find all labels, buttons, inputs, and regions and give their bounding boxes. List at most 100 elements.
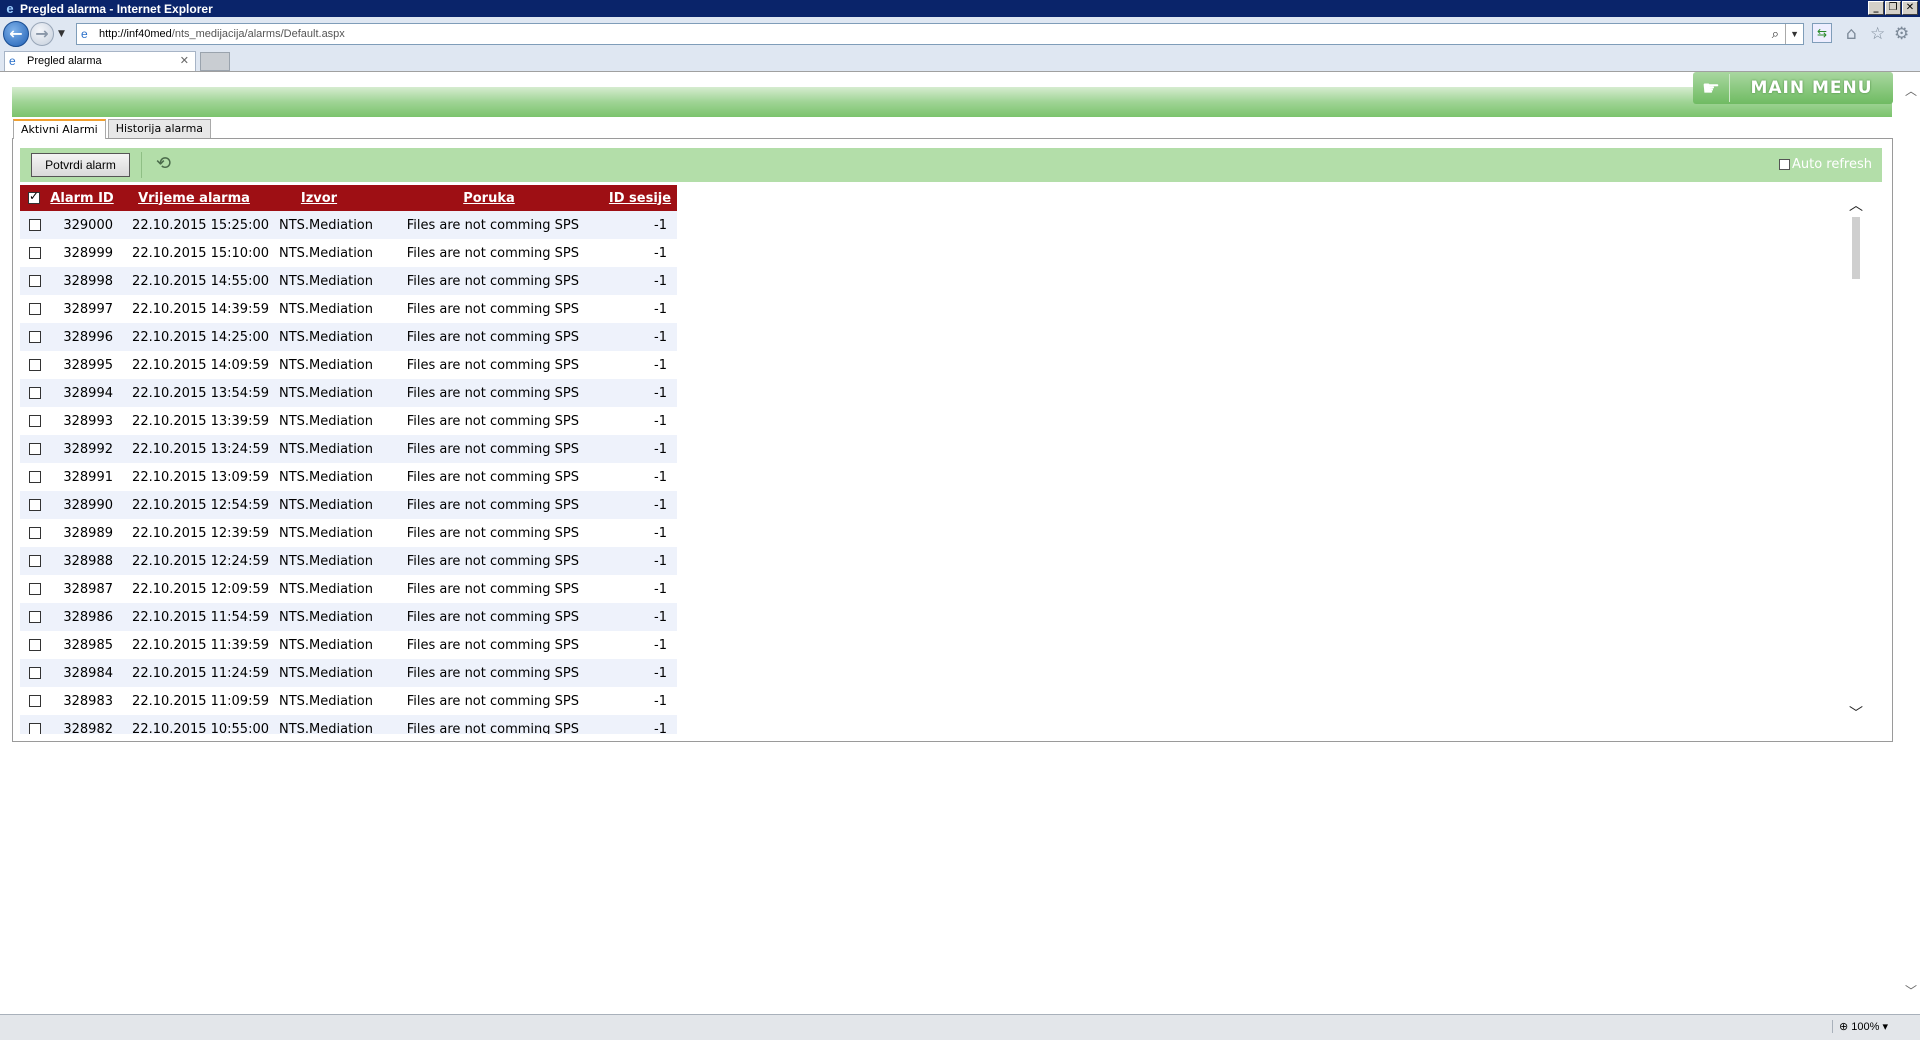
cell-time: 22.10.2015 11:54:59 <box>132 609 269 625</box>
close-window-button[interactable]: ✕ <box>1902 1 1918 15</box>
history-dropdown-icon[interactable]: ▼ <box>58 29 65 39</box>
row-checkbox[interactable] <box>29 527 41 539</box>
table-row[interactable]: 328996 22.10.2015 14:25:00 NTS.Mediation Fi… <box>20 323 677 351</box>
cell-alarm-id: 328988 <box>63 553 113 569</box>
cell-source: NTS.Mediation <box>279 609 373 625</box>
new-tab-button[interactable] <box>200 52 230 71</box>
zoom-level[interactable]: ⊕ 100% ▾ <box>1832 1020 1888 1033</box>
confirm-alarm-button[interactable]: Potvrdi alarm <box>31 153 130 177</box>
row-checkbox[interactable] <box>29 359 41 371</box>
table-row[interactable]: 328989 22.10.2015 12:39:59 NTS.Mediation Fi… <box>20 519 677 547</box>
row-checkbox[interactable] <box>29 303 41 315</box>
row-checkbox[interactable] <box>29 219 41 231</box>
row-checkbox[interactable] <box>29 275 41 287</box>
table-row[interactable]: 328984 22.10.2015 11:24:59 NTS.Mediation Fi… <box>20 659 677 687</box>
row-checkbox[interactable] <box>29 387 41 399</box>
browser-tab[interactable]: e Pregled alarma ✕ <box>4 51 196 71</box>
search-icon[interactable]: ⌕ <box>1772 24 1779 44</box>
auto-refresh-toggle[interactable]: Auto refresh <box>1778 157 1872 172</box>
cell-session-id: -1 <box>654 357 667 373</box>
cell-time: 22.10.2015 11:09:59 <box>132 693 269 709</box>
row-checkbox[interactable] <box>29 555 41 567</box>
row-checkbox[interactable] <box>29 331 41 343</box>
restore-button[interactable]: ❐ <box>1885 1 1901 15</box>
cell-time: 22.10.2015 15:25:00 <box>132 217 269 233</box>
row-checkbox[interactable] <box>29 247 41 259</box>
tab-ie-icon: e <box>9 54 16 68</box>
home-icon[interactable]: ⌂ <box>1846 25 1857 43</box>
forward-arrow-icon[interactable]: → <box>30 22 54 46</box>
main-menu-button[interactable]: ☛ MAIN MENU <box>1693 72 1893 104</box>
cell-time: 22.10.2015 13:09:59 <box>132 469 269 485</box>
refresh-icon[interactable]: ⟲ <box>156 152 171 176</box>
cell-alarm-id: 328982 <box>63 721 113 735</box>
page-scrollbar[interactable]: ︿ ﹀ <box>1900 72 1920 1014</box>
grid-body: 329000 22.10.2015 15:25:00 NTS.Mediation Fi… <box>20 211 677 734</box>
tab-aktivni-alarmi[interactable]: Aktivni Alarmi <box>13 119 106 139</box>
favorites-star-icon[interactable]: ☆ <box>1870 25 1885 43</box>
cell-message: Files are not comming SPS <box>406 581 579 597</box>
table-row[interactable]: 328995 22.10.2015 14:09:59 NTS.Mediation Fi… <box>20 351 677 379</box>
row-checkbox[interactable] <box>29 415 41 427</box>
table-row[interactable]: 328988 22.10.2015 12:24:59 NTS.Mediation Fi… <box>20 547 677 575</box>
row-checkbox[interactable] <box>29 583 41 595</box>
cell-session-id: -1 <box>654 441 667 457</box>
back-arrow-icon[interactable]: ← <box>3 21 29 47</box>
page-tabs: Aktivni Alarmi Historija alarma <box>13 119 213 139</box>
table-row[interactable]: 328992 22.10.2015 13:24:59 NTS.Mediation Fi… <box>20 435 677 463</box>
row-checkbox[interactable] <box>29 667 41 679</box>
cell-source: NTS.Mediation <box>279 553 373 569</box>
row-checkbox[interactable] <box>29 695 41 707</box>
auto-refresh-checkbox[interactable] <box>1778 159 1790 170</box>
table-row[interactable]: 328982 22.10.2015 10:55:00 NTS.Mediation Fi… <box>20 715 677 734</box>
address-dropdown-icon[interactable]: ▼ <box>1785 24 1799 44</box>
minimize-button[interactable]: _ <box>1868 1 1884 15</box>
table-row[interactable]: 328987 22.10.2015 12:09:59 NTS.Mediation Fi… <box>20 575 677 603</box>
cell-source: NTS.Mediation <box>279 469 373 485</box>
cell-time: 22.10.2015 11:24:59 <box>132 665 269 681</box>
table-row[interactable]: 328994 22.10.2015 13:54:59 NTS.Mediation Fi… <box>20 379 677 407</box>
row-checkbox[interactable] <box>29 639 41 651</box>
cell-alarm-id: 328998 <box>63 273 113 289</box>
cell-session-id: -1 <box>654 525 667 541</box>
table-row[interactable]: 328991 22.10.2015 13:09:59 NTS.Mediation Fi… <box>20 463 677 491</box>
table-row[interactable]: 328983 22.10.2015 11:09:59 NTS.Mediation Fi… <box>20 687 677 715</box>
grid-scroll-down-icon[interactable]: ﹀ <box>1849 703 1863 723</box>
row-checkbox[interactable] <box>29 499 41 511</box>
column-alarm-id[interactable]: Alarm ID <box>47 191 117 206</box>
grid-scroll-up-icon[interactable]: ︿ <box>1849 195 1863 215</box>
scroll-down-icon[interactable]: ﹀ <box>1905 982 1917 999</box>
select-all-checkbox[interactable] <box>28 189 40 204</box>
table-row[interactable]: 328997 22.10.2015 14:39:59 NTS.Mediation Fi… <box>20 295 677 323</box>
grid-scroll-thumb[interactable] <box>1852 217 1860 279</box>
cell-source: NTS.Mediation <box>279 273 373 289</box>
table-row[interactable]: 328999 22.10.2015 15:10:00 NTS.Mediation Fi… <box>20 239 677 267</box>
cell-message: Files are not comming SPS <box>406 217 579 233</box>
table-row[interactable]: 328990 22.10.2015 12:54:59 NTS.Mediation Fi… <box>20 491 677 519</box>
row-checkbox[interactable] <box>29 611 41 623</box>
column-izvor[interactable]: Izvor <box>267 191 371 206</box>
cell-message: Files are not comming SPS <box>406 525 579 541</box>
tab-historija-alarma[interactable]: Historija alarma <box>107 119 212 138</box>
column-vrijeme-alarma[interactable]: Vrijeme alarma <box>121 191 267 206</box>
column-id-sesije[interactable]: ID sesije <box>607 191 673 206</box>
table-row[interactable]: 328986 22.10.2015 11:54:59 NTS.Mediation Fi… <box>20 603 677 631</box>
grid-scrollbar[interactable]: ︿ ﹀ <box>1845 195 1865 725</box>
row-checkbox[interactable] <box>29 471 41 483</box>
address-bar[interactable]: e http://inf40med/nts_medijacija/alarms/… <box>76 23 1804 45</box>
table-row[interactable]: 328998 22.10.2015 14:55:00 NTS.Mediation Fi… <box>20 267 677 295</box>
scroll-up-icon[interactable]: ︿ <box>1905 82 1917 99</box>
tab-close-icon[interactable]: ✕ <box>180 52 189 71</box>
ie-logo-icon: e <box>6 0 14 16</box>
table-row[interactable]: 328993 22.10.2015 13:39:59 NTS.Mediation Fi… <box>20 407 677 435</box>
cell-alarm-id: 328985 <box>63 637 113 653</box>
column-poruka[interactable]: Poruka <box>371 191 607 206</box>
row-checkbox[interactable] <box>29 443 41 455</box>
table-row[interactable]: 328985 22.10.2015 11:39:59 NTS.Mediation Fi… <box>20 631 677 659</box>
compatibility-view-icon[interactable]: ⇆ <box>1812 23 1832 43</box>
cell-message: Files are not comming SPS <box>406 245 579 261</box>
cell-session-id: -1 <box>654 301 667 317</box>
gear-icon[interactable]: ⚙ <box>1894 25 1909 43</box>
table-row[interactable]: 329000 22.10.2015 15:25:00 NTS.Mediation Fi… <box>20 211 677 239</box>
row-checkbox[interactable] <box>29 723 41 734</box>
